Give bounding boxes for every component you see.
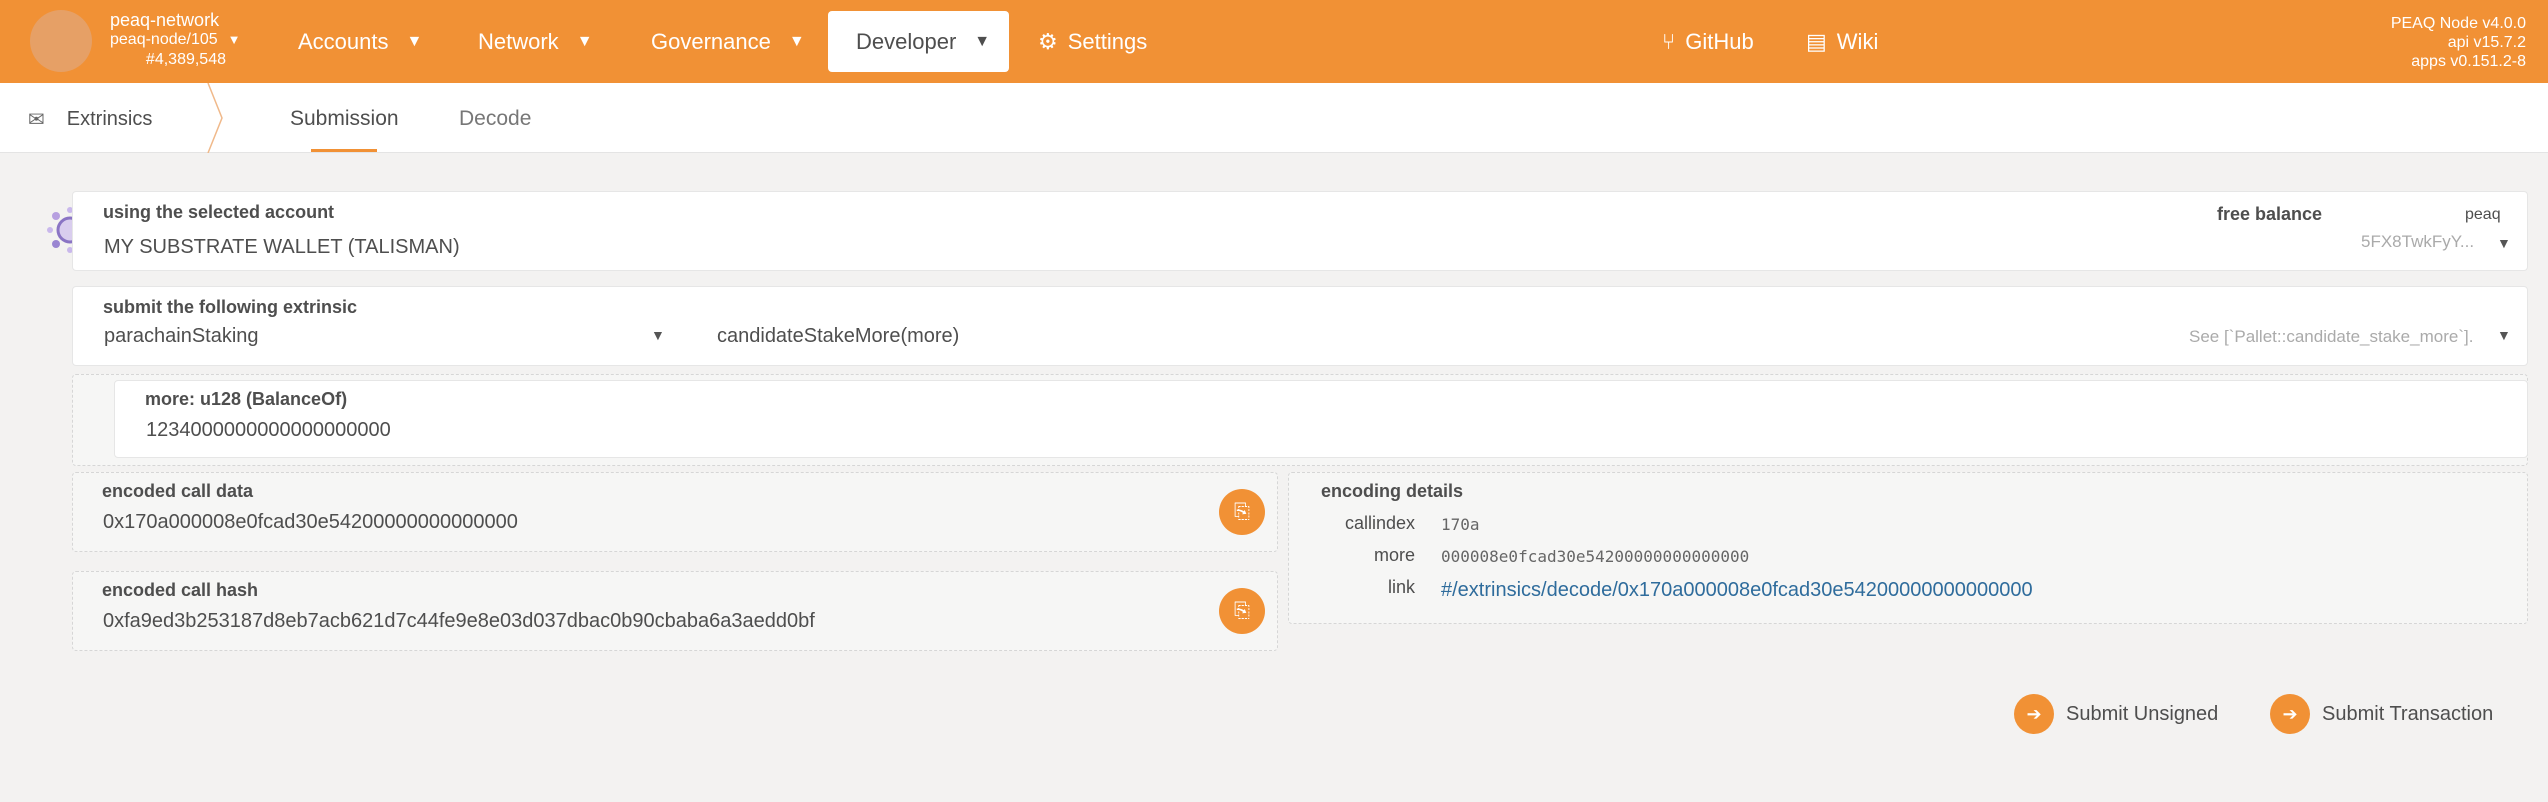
param-value[interactable]: 1234000000000000000000: [146, 419, 391, 442]
nav-accounts-label: Accounts: [298, 28, 389, 54]
copy-call-data-button[interactable]: ⎘: [1219, 489, 1265, 535]
chevron-down-icon[interactable]: ▼: [2497, 327, 2511, 343]
call-hash-label: encoded call hash: [102, 580, 259, 600]
extrinsic-selector: submit the following extrinsic parachain…: [72, 286, 2528, 366]
account-selector[interactable]: using the selected account MY SUBSTRATE …: [72, 191, 2528, 271]
decode-link[interactable]: #/extrinsics/decode/0x170a000008e0fcad30…: [1441, 579, 2033, 602]
account-name: MY SUBSTRATE WALLET (TALISMAN): [104, 236, 460, 258]
tab-submission[interactable]: Submission: [290, 107, 399, 131]
call-data-value: 0x170a000008e0fcad30e54200000000000000: [103, 511, 518, 533]
encoding-details-label: encoding details: [1321, 481, 1464, 501]
chevron-down-icon: ▼: [576, 32, 593, 50]
copy-icon: ⎘: [1234, 500, 1250, 523]
chain-selector[interactable]: peaq-network peaq-node/105 ▼ #4,389,548: [110, 10, 241, 70]
book-icon: ▤: [1806, 28, 1827, 54]
gears-icon: ⚙: [1038, 28, 1058, 54]
free-balance-label: free balance: [2217, 204, 2323, 224]
submit-unsigned-button[interactable]: ➔ Submit Unsigned: [2014, 694, 2218, 734]
encoded-call-hash-panel: encoded call hash 0xfa9ed3b253187d8eb7ac…: [72, 571, 1278, 651]
callindex-key: callindex: [1344, 513, 1415, 533]
nav-developer-label: Developer: [856, 28, 957, 54]
param-label: more: u128 (BalanceOf): [145, 389, 348, 409]
submit-transaction-button[interactable]: ➔ Submit Transaction: [2270, 694, 2493, 734]
extrinsic-label: submit the following extrinsic: [103, 297, 358, 317]
node-name: PEAQ Node v4.0.0: [2390, 15, 2526, 32]
more-key: more: [1373, 545, 1415, 565]
chevron-down-icon[interactable]: ▼: [651, 327, 665, 343]
chevron-down-icon: ▼: [788, 32, 805, 50]
nav-governance[interactable]: Governance ▼: [651, 11, 805, 72]
node-label: peaq-node/105: [110, 31, 218, 48]
code-branch-icon: ⑂: [1662, 28, 1676, 54]
method-dropdown[interactable]: candidateStakeMore(more): [717, 325, 959, 348]
submit-unsigned-label: Submit Unsigned: [2066, 702, 2219, 725]
nav-developer[interactable]: Developer ▼: [828, 11, 1009, 72]
sign-in-icon: ➔: [2270, 694, 2310, 734]
balance-unit: peaq: [2465, 206, 2501, 223]
encoding-details-panel: encoding details callindex 170a more 000…: [1288, 472, 2528, 624]
chevron-down-icon: ▼: [227, 32, 241, 47]
api-version: api v15.7.2: [2447, 34, 2526, 51]
nav-github[interactable]: ⑂ GitHub: [1662, 11, 1754, 72]
call-data-label: encoded call data: [102, 481, 254, 501]
nav-network-label: Network: [478, 28, 559, 54]
nav-wiki-label: Wiki: [1836, 28, 1879, 54]
param-more-input[interactable]: more: u128 (BalanceOf) 12340000000000000…: [114, 380, 2528, 458]
method-doc: See [`Pallet::candidate_stake_more`].: [2189, 327, 2474, 346]
tab-decode[interactable]: Decode: [459, 107, 531, 131]
copy-icon: ⎘: [1234, 599, 1250, 622]
pallet-dropdown[interactable]: parachainStaking: [104, 325, 259, 348]
section-label: Extrinsics: [66, 108, 153, 130]
more-value: 000008e0fcad30e54200000000000000: [1441, 547, 1750, 566]
sign-in-icon: ➔: [2014, 694, 2054, 734]
nav-accounts[interactable]: Accounts ▼: [298, 11, 422, 72]
callindex-value: 170a: [1441, 515, 1480, 534]
tabs-bar: ✉ Extrinsics Submission Decode: [0, 83, 2548, 153]
nav-governance-label: Governance: [651, 28, 771, 54]
best-block: #4,389,548: [145, 51, 226, 68]
submit-transaction-label: Submit Transaction: [2322, 702, 2494, 725]
node-version: peaq-node/105 ▼: [110, 30, 241, 50]
chevron-down-icon: ▼: [406, 32, 423, 50]
chain-logo[interactable]: [30, 10, 92, 72]
account-label: using the selected account: [103, 202, 335, 222]
encoded-call-data-panel: encoded call data 0x170a000008e0fcad30e5…: [72, 472, 1278, 552]
call-hash-value: 0xfa9ed3b253187d8eb7acb621d7c44fe9e8e03d…: [103, 610, 815, 632]
chain-name: peaq-network: [110, 10, 220, 30]
top-navbar: peaq-network peaq-node/105 ▼ #4,389,548 A…: [0, 0, 2548, 83]
copy-call-hash-button[interactable]: ⎘: [1219, 588, 1265, 634]
nav-settings-label: Settings: [1067, 28, 1148, 54]
apps-version: apps v0.151.2-8: [2411, 53, 2526, 70]
chevron-down-icon: ▼: [2497, 235, 2511, 251]
nav-github-label: GitHub: [1685, 28, 1754, 54]
nav-network[interactable]: Network ▼: [478, 11, 593, 72]
section-title: ✉ Extrinsics: [28, 107, 152, 132]
nav-settings[interactable]: ⚙ Settings: [1038, 11, 1147, 72]
active-tab-indicator: [311, 149, 377, 152]
breadcrumb-chevron: [207, 83, 223, 153]
account-address: 5FX8TwkFyY...: [2361, 232, 2475, 251]
nav-wiki[interactable]: ▤ Wiki: [1806, 11, 1878, 72]
node-info: PEAQ Node v4.0.0 api v15.7.2 apps v0.151…: [2391, 14, 2526, 71]
chevron-down-icon: ▼: [974, 32, 991, 50]
envelope-open-icon: ✉: [28, 109, 45, 131]
link-key: link: [1387, 577, 1415, 597]
